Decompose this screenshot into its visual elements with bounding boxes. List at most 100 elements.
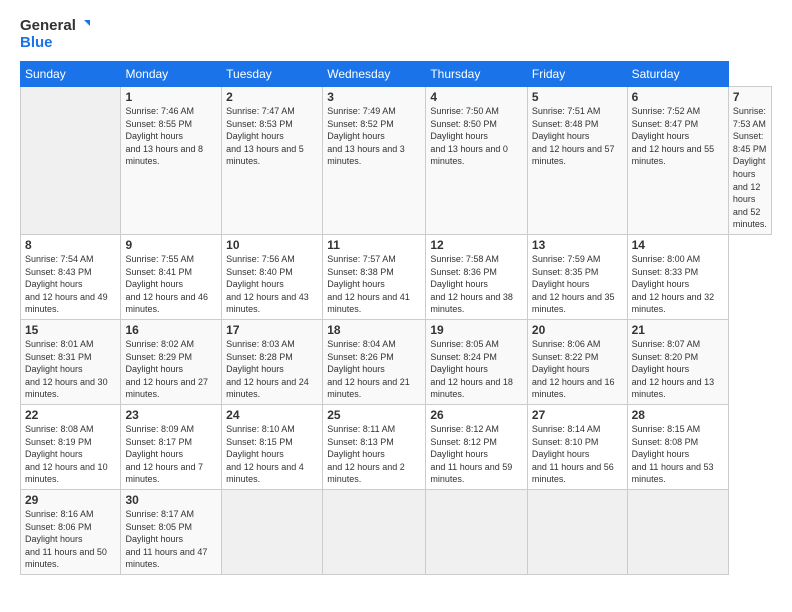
day-info: Sunrise: 8:08 AMSunset: 8:19 PMDaylight … bbox=[25, 423, 116, 486]
col-header-thursday: Thursday bbox=[426, 62, 528, 87]
day-cell: 7Sunrise: 7:53 AMSunset: 8:45 PMDaylight… bbox=[728, 87, 771, 235]
day-number: 11 bbox=[327, 238, 421, 252]
day-cell: 2Sunrise: 7:47 AMSunset: 8:53 PMDaylight… bbox=[222, 87, 323, 235]
day-number: 2 bbox=[226, 90, 318, 104]
day-cell: 21Sunrise: 8:07 AMSunset: 8:20 PMDayligh… bbox=[627, 319, 728, 404]
day-info: Sunrise: 7:57 AMSunset: 8:38 PMDaylight … bbox=[327, 253, 421, 316]
day-number: 21 bbox=[632, 323, 724, 337]
day-cell: 14Sunrise: 8:00 AMSunset: 8:33 PMDayligh… bbox=[627, 234, 728, 319]
day-number: 7 bbox=[733, 90, 767, 104]
day-cell: 10Sunrise: 7:56 AMSunset: 8:40 PMDayligh… bbox=[222, 234, 323, 319]
day-info: Sunrise: 8:10 AMSunset: 8:15 PMDaylight … bbox=[226, 423, 318, 486]
day-number: 8 bbox=[25, 238, 116, 252]
col-header-friday: Friday bbox=[527, 62, 627, 87]
day-cell bbox=[527, 489, 627, 574]
week-row-3: 22Sunrise: 8:08 AMSunset: 8:19 PMDayligh… bbox=[21, 404, 772, 489]
day-cell: 12Sunrise: 7:58 AMSunset: 8:36 PMDayligh… bbox=[426, 234, 528, 319]
day-cell: 4Sunrise: 7:50 AMSunset: 8:50 PMDaylight… bbox=[426, 87, 528, 235]
day-number: 9 bbox=[125, 238, 217, 252]
day-number: 12 bbox=[430, 238, 523, 252]
col-header-wednesday: Wednesday bbox=[323, 62, 426, 87]
week-row-1: 8Sunrise: 7:54 AMSunset: 8:43 PMDaylight… bbox=[21, 234, 772, 319]
calendar-table: SundayMondayTuesdayWednesdayThursdayFrid… bbox=[20, 61, 772, 575]
day-cell: 13Sunrise: 7:59 AMSunset: 8:35 PMDayligh… bbox=[527, 234, 627, 319]
day-number: 6 bbox=[632, 90, 724, 104]
day-cell: 3Sunrise: 7:49 AMSunset: 8:52 PMDaylight… bbox=[323, 87, 426, 235]
logo-text-line2: Blue bbox=[20, 35, 90, 52]
day-info: Sunrise: 8:12 AMSunset: 8:12 PMDaylight … bbox=[430, 423, 523, 486]
week-row-4: 29Sunrise: 8:16 AMSunset: 8:06 PMDayligh… bbox=[21, 489, 772, 574]
day-info: Sunrise: 8:00 AMSunset: 8:33 PMDaylight … bbox=[632, 253, 724, 316]
day-cell: 8Sunrise: 7:54 AMSunset: 8:43 PMDaylight… bbox=[21, 234, 121, 319]
day-info: Sunrise: 8:03 AMSunset: 8:28 PMDaylight … bbox=[226, 338, 318, 401]
day-cell: 11Sunrise: 7:57 AMSunset: 8:38 PMDayligh… bbox=[323, 234, 426, 319]
day-cell: 15Sunrise: 8:01 AMSunset: 8:31 PMDayligh… bbox=[21, 319, 121, 404]
day-cell: 25Sunrise: 8:11 AMSunset: 8:13 PMDayligh… bbox=[323, 404, 426, 489]
day-info: Sunrise: 7:55 AMSunset: 8:41 PMDaylight … bbox=[125, 253, 217, 316]
day-cell bbox=[222, 489, 323, 574]
day-number: 15 bbox=[25, 323, 116, 337]
day-info: Sunrise: 8:15 AMSunset: 8:08 PMDaylight … bbox=[632, 423, 724, 486]
col-header-monday: Monday bbox=[121, 62, 222, 87]
day-info: Sunrise: 7:53 AMSunset: 8:45 PMDaylight … bbox=[733, 105, 767, 231]
day-info: Sunrise: 7:54 AMSunset: 8:43 PMDaylight … bbox=[25, 253, 116, 316]
day-number: 4 bbox=[430, 90, 523, 104]
day-number: 10 bbox=[226, 238, 318, 252]
day-info: Sunrise: 7:52 AMSunset: 8:47 PMDaylight … bbox=[632, 105, 724, 168]
day-number: 5 bbox=[532, 90, 623, 104]
day-cell bbox=[426, 489, 528, 574]
day-cell: 18Sunrise: 8:04 AMSunset: 8:26 PMDayligh… bbox=[323, 319, 426, 404]
day-cell: 30Sunrise: 8:17 AMSunset: 8:05 PMDayligh… bbox=[121, 489, 222, 574]
day-info: Sunrise: 8:02 AMSunset: 8:29 PMDaylight … bbox=[125, 338, 217, 401]
col-header-tuesday: Tuesday bbox=[222, 62, 323, 87]
day-number: 1 bbox=[125, 90, 217, 104]
day-number: 24 bbox=[226, 408, 318, 422]
day-number: 13 bbox=[532, 238, 623, 252]
day-number: 27 bbox=[532, 408, 623, 422]
day-cell: 6Sunrise: 7:52 AMSunset: 8:47 PMDaylight… bbox=[627, 87, 728, 235]
day-info: Sunrise: 8:05 AMSunset: 8:24 PMDaylight … bbox=[430, 338, 523, 401]
day-info: Sunrise: 8:09 AMSunset: 8:17 PMDaylight … bbox=[125, 423, 217, 486]
day-number: 29 bbox=[25, 493, 116, 507]
day-info: Sunrise: 8:06 AMSunset: 8:22 PMDaylight … bbox=[532, 338, 623, 401]
header: General Blue bbox=[20, 18, 772, 51]
day-info: Sunrise: 7:49 AMSunset: 8:52 PMDaylight … bbox=[327, 105, 421, 168]
day-number: 30 bbox=[125, 493, 217, 507]
col-header-sunday: Sunday bbox=[21, 62, 121, 87]
day-info: Sunrise: 8:11 AMSunset: 8:13 PMDaylight … bbox=[327, 423, 421, 486]
day-cell: 29Sunrise: 8:16 AMSunset: 8:06 PMDayligh… bbox=[21, 489, 121, 574]
day-cell: 20Sunrise: 8:06 AMSunset: 8:22 PMDayligh… bbox=[527, 319, 627, 404]
day-number: 26 bbox=[430, 408, 523, 422]
day-cell: 19Sunrise: 8:05 AMSunset: 8:24 PMDayligh… bbox=[426, 319, 528, 404]
day-number: 23 bbox=[125, 408, 217, 422]
logo: General Blue bbox=[20, 18, 90, 51]
logo-graphic: General Blue bbox=[20, 18, 90, 51]
day-number: 3 bbox=[327, 90, 421, 104]
day-number: 17 bbox=[226, 323, 318, 337]
day-number: 22 bbox=[25, 408, 116, 422]
day-cell: 24Sunrise: 8:10 AMSunset: 8:15 PMDayligh… bbox=[222, 404, 323, 489]
day-number: 25 bbox=[327, 408, 421, 422]
day-cell: 5Sunrise: 7:51 AMSunset: 8:48 PMDaylight… bbox=[527, 87, 627, 235]
day-cell bbox=[323, 489, 426, 574]
col-header-saturday: Saturday bbox=[627, 62, 728, 87]
week-row-2: 15Sunrise: 8:01 AMSunset: 8:31 PMDayligh… bbox=[21, 319, 772, 404]
day-cell: 1Sunrise: 7:46 AMSunset: 8:55 PMDaylight… bbox=[121, 87, 222, 235]
day-cell: 22Sunrise: 8:08 AMSunset: 8:19 PMDayligh… bbox=[21, 404, 121, 489]
day-number: 19 bbox=[430, 323, 523, 337]
day-number: 28 bbox=[632, 408, 724, 422]
day-info: Sunrise: 7:50 AMSunset: 8:50 PMDaylight … bbox=[430, 105, 523, 168]
day-info: Sunrise: 8:01 AMSunset: 8:31 PMDaylight … bbox=[25, 338, 116, 401]
day-number: 18 bbox=[327, 323, 421, 337]
day-number: 20 bbox=[532, 323, 623, 337]
day-number: 16 bbox=[125, 323, 217, 337]
day-number: 14 bbox=[632, 238, 724, 252]
logo-text-line1: General bbox=[20, 18, 90, 35]
day-cell: 27Sunrise: 8:14 AMSunset: 8:10 PMDayligh… bbox=[527, 404, 627, 489]
week-row-0: 1Sunrise: 7:46 AMSunset: 8:55 PMDaylight… bbox=[21, 87, 772, 235]
day-info: Sunrise: 8:07 AMSunset: 8:20 PMDaylight … bbox=[632, 338, 724, 401]
day-info: Sunrise: 8:16 AMSunset: 8:06 PMDaylight … bbox=[25, 508, 116, 571]
day-info: Sunrise: 7:56 AMSunset: 8:40 PMDaylight … bbox=[226, 253, 318, 316]
day-info: Sunrise: 8:04 AMSunset: 8:26 PMDaylight … bbox=[327, 338, 421, 401]
day-cell: 17Sunrise: 8:03 AMSunset: 8:28 PMDayligh… bbox=[222, 319, 323, 404]
